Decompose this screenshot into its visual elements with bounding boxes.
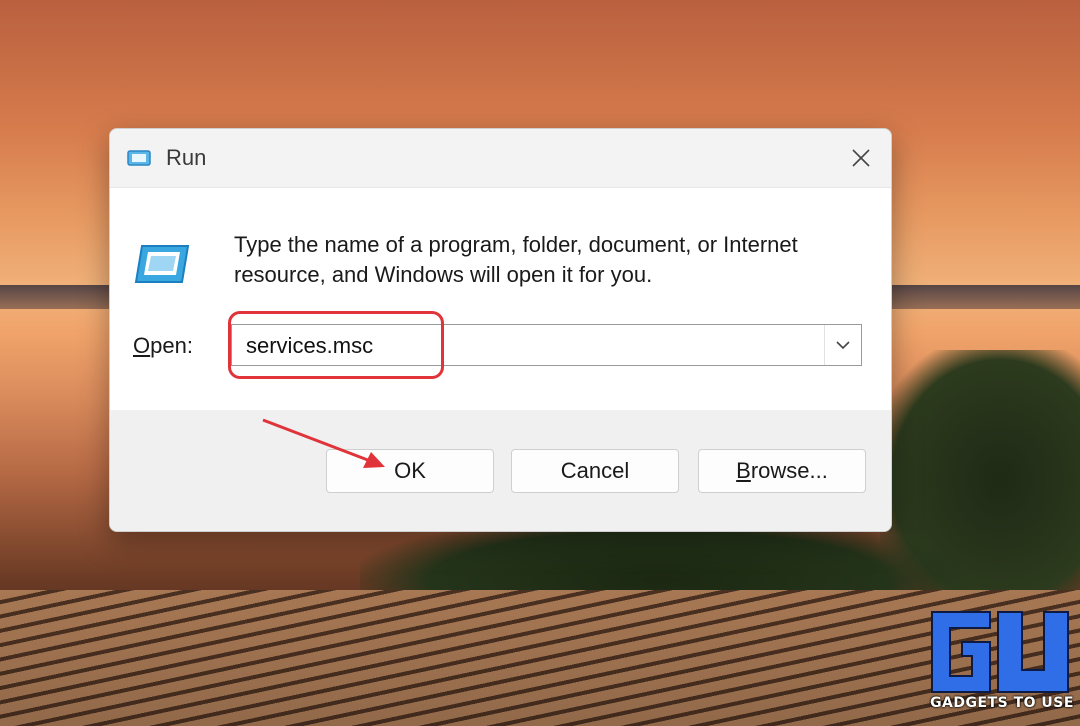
input-highlight-annotation: [228, 311, 444, 379]
run-icon: [127, 150, 151, 166]
cancel-button[interactable]: Cancel: [511, 449, 679, 493]
title-bar[interactable]: Run: [110, 129, 891, 187]
close-icon: [852, 149, 870, 167]
chevron-down-icon: [836, 341, 850, 350]
browse-access-key: B: [736, 458, 751, 483]
dialog-content: Type the name of a program, folder, docu…: [110, 187, 891, 411]
browse-label-rest: rowse...: [750, 458, 828, 483]
open-label: Open:: [133, 333, 193, 359]
pointer-arrow-annotation: [262, 418, 385, 468]
browse-button[interactable]: Browse...: [698, 449, 866, 493]
open-label-access-key: O: [133, 333, 151, 358]
instruction-text: Type the name of a program, folder, docu…: [234, 232, 798, 287]
run-icon: [134, 245, 190, 283]
watermark-text: GADGETS TO USE: [930, 695, 1074, 711]
wallpaper-rice-terraces: [0, 590, 1080, 726]
button-bar: OK Cancel Browse...: [110, 410, 891, 531]
dropdown-button[interactable]: [824, 325, 861, 365]
run-dialog: Run Type the name of a program, folder, …: [109, 128, 892, 532]
window-title: Run: [166, 145, 207, 170]
close-button[interactable]: [840, 139, 882, 177]
open-label-rest: pen:: [150, 333, 193, 358]
